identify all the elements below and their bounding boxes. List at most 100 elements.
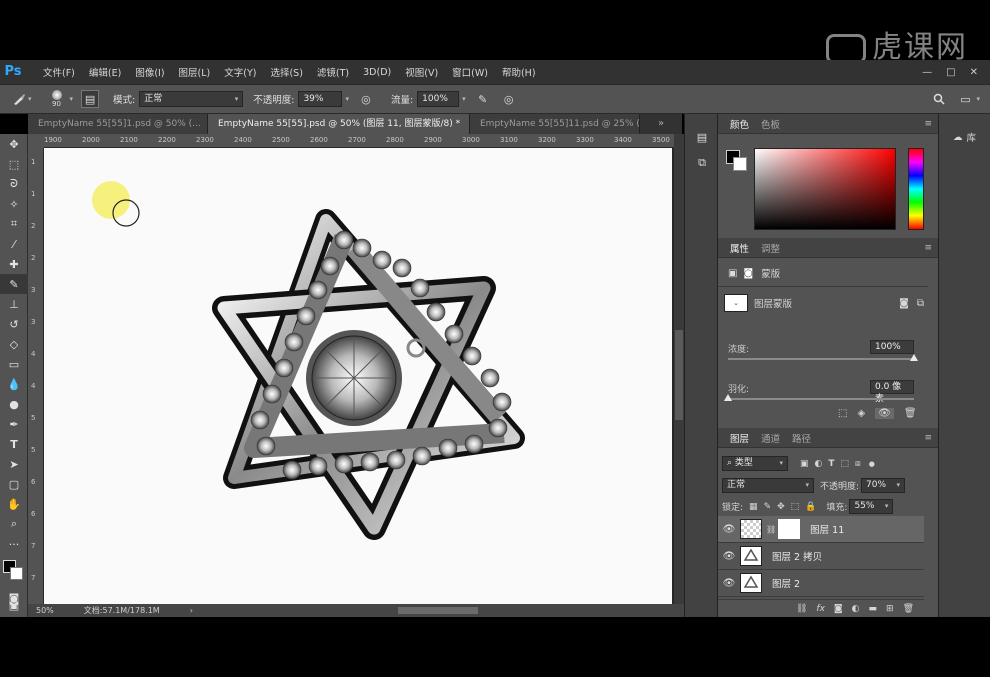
background-color-swatch[interactable] <box>10 567 23 580</box>
mask-icon[interactable]: ◙ <box>834 604 843 614</box>
layer-row-11[interactable]: 👁 ⛓ 图层 11 <box>718 516 924 543</box>
hue-slider[interactable] <box>908 148 924 230</box>
maximize-button[interactable]: □ <box>946 67 955 78</box>
fx-icon[interactable]: fx <box>816 604 825 614</box>
tab-paths[interactable]: 路径 <box>786 431 817 445</box>
layer-mask-thumbnail[interactable] <box>778 519 801 539</box>
lock-all-icon[interactable]: 🔒 <box>805 502 816 512</box>
selection-from-mask-icon[interactable]: ⬚ <box>838 408 847 419</box>
tab-document-3[interactable]: EmptyName 55[55]11.psd @ 25% (... <box>470 114 640 134</box>
horizontal-scroll-thumb[interactable] <box>398 607 478 614</box>
menu-select[interactable]: 选择(S) <box>263 65 309 79</box>
magic-wand-tool-icon[interactable]: ✧ <box>0 194 28 214</box>
chevron-down-icon[interactable]: ▾ <box>462 95 466 103</box>
opacity-field[interactable]: 39% <box>298 91 343 107</box>
panel-menu-icon[interactable]: ≡ <box>924 433 932 443</box>
fill-field[interactable]: 55% ▾ <box>849 499 894 514</box>
menu-type[interactable]: 文字(Y) <box>217 65 263 79</box>
visibility-eye-icon[interactable]: 👁 <box>718 551 740 562</box>
menu-image[interactable]: 图像(I) <box>128 65 171 79</box>
crop-tool-icon[interactable]: ⌗ <box>0 214 28 234</box>
layer-filter-select[interactable]: ⌕ 类型 ▾ <box>722 456 788 471</box>
filter-adjustment-icon[interactable]: ◐ <box>815 459 823 469</box>
dodge-tool-icon[interactable]: ● <box>0 394 28 414</box>
visibility-eye-icon[interactable]: 👁 <box>718 524 740 535</box>
feather-slider-knob[interactable] <box>724 394 732 401</box>
tab-document-1[interactable]: EmptyName 55[55]1.psd @ 50% (... <box>28 114 208 134</box>
move-tool-icon[interactable]: ✥ <box>0 134 28 154</box>
menu-file[interactable]: 文件(F) <box>36 65 82 79</box>
history-panel-icon[interactable]: ▤ <box>685 124 719 150</box>
brush-tool-icon[interactable]: ✎ <box>0 274 28 294</box>
marquee-tool-icon[interactable]: ⬚ <box>0 154 28 174</box>
link-icon[interactable]: ⛓ <box>796 604 807 614</box>
layer-opacity-field[interactable]: 70% ▾ <box>861 478 906 493</box>
vertical-scroll-thumb[interactable] <box>675 330 683 420</box>
flow-field[interactable]: 100% <box>417 91 460 107</box>
more-tools-icon[interactable]: ··· <box>0 534 28 554</box>
visibility-eye-icon[interactable]: 👁 <box>718 578 740 589</box>
apply-mask-footer-icon[interactable]: ◈ <box>857 408 865 419</box>
brush-panel-toggle-icon[interactable]: ▤ <box>81 90 100 108</box>
tab-properties[interactable]: 属性 <box>724 241 755 255</box>
menu-edit[interactable]: 编辑(E) <box>82 65 128 79</box>
search-icon[interactable] <box>930 90 948 108</box>
adjustment-icon[interactable]: ◐ <box>852 604 860 614</box>
chevron-down-icon[interactable]: ▾ <box>70 95 74 103</box>
status-menu-arrow[interactable]: › <box>190 606 193 615</box>
feather-slider[interactable] <box>728 398 914 400</box>
gradient-tool-icon[interactable]: ▭ <box>0 354 28 374</box>
tab-swatches[interactable]: 色板 <box>755 117 786 131</box>
lock-position-icon[interactable]: ✥ <box>777 502 785 512</box>
zoom-tool-icon[interactable]: ⌕ <box>0 514 28 534</box>
healing-brush-tool-icon[interactable]: ✚ <box>0 254 28 274</box>
lock-transparency-icon[interactable]: ▦ <box>749 502 758 512</box>
mask-link-icon[interactable]: ⛓ <box>766 525 776 534</box>
menu-filter[interactable]: 滤镜(T) <box>310 65 356 79</box>
layer-row-2-copy[interactable]: 👁 图层 2 拷贝 <box>718 543 924 570</box>
trash-icon[interactable]: 🗑 <box>904 408 917 419</box>
chevron-down-icon[interactable]: ▾ <box>976 95 980 103</box>
menu-help[interactable]: 帮助(H) <box>495 65 543 79</box>
document-canvas[interactable] <box>44 148 672 604</box>
density-field[interactable]: 100% <box>870 340 914 354</box>
library-button[interactable]: ☁ 库 <box>939 126 990 148</box>
color-picker-field[interactable] <box>754 148 896 230</box>
vector-mask-icon[interactable]: ◙ <box>743 268 753 279</box>
panel-menu-icon[interactable]: ≡ <box>924 243 932 253</box>
screen-mode-icon[interactable]: ▣ <box>0 595 28 615</box>
blend-mode-select[interactable]: 正常 ▾ <box>722 478 814 493</box>
filter-shape-icon[interactable]: ⬚ <box>841 459 850 469</box>
pixel-mask-icon[interactable]: ▣ <box>728 268 737 279</box>
filter-smart-object-icon[interactable]: ⧈ <box>855 459 861 469</box>
menu-view[interactable]: 视图(V) <box>398 65 445 79</box>
filter-pixel-icon[interactable]: ▣ <box>800 459 809 469</box>
clone-stamp-tool-icon[interactable]: ⊥ <box>0 294 28 314</box>
eyedropper-tool-icon[interactable]: ⁄ <box>0 234 28 254</box>
tab-adjustments[interactable]: 调整 <box>755 241 786 255</box>
history-brush-tool-icon[interactable]: ↺ <box>0 314 28 334</box>
folder-icon[interactable]: ▬ <box>869 604 878 614</box>
mode-select[interactable]: 正常 ▾ <box>139 91 244 107</box>
blur-tool-icon[interactable]: 💧 <box>0 374 28 394</box>
shape-tool-icon[interactable]: ▢ <box>0 474 28 494</box>
trash-icon[interactable]: 🗑 <box>903 604 914 614</box>
load-selection-icon[interactable]: ◙ <box>899 298 909 309</box>
lock-pixels-icon[interactable]: ✎ <box>764 502 772 512</box>
minimize-button[interactable]: — <box>922 67 932 78</box>
menu-3d[interactable]: 3D(D) <box>356 67 398 78</box>
menu-window[interactable]: 窗口(W) <box>445 65 495 79</box>
type-tool-icon[interactable]: T <box>0 434 28 454</box>
background-color-swatch[interactable] <box>733 157 747 171</box>
lock-artboard-icon[interactable]: ⬚ <box>791 502 800 512</box>
tab-color[interactable]: 颜色 <box>724 117 755 131</box>
eraser-tool-icon[interactable]: ◇ <box>0 334 28 354</box>
panel-menu-icon[interactable]: ≡ <box>924 119 932 129</box>
layer-row-2[interactable]: 👁 图层 2 <box>718 570 924 597</box>
pressure-opacity-icon[interactable]: ◎ <box>357 90 375 108</box>
path-selection-tool-icon[interactable]: ➤ <box>0 454 28 474</box>
menu-layer[interactable]: 图层(L) <box>172 65 218 79</box>
tab-document-active[interactable]: EmptyName 55[55].psd @ 50% (图层 11, 图层蒙版/… <box>208 114 470 134</box>
actions-panel-icon[interactable]: ⧉ <box>685 150 719 176</box>
visibility-icon[interactable]: 👁 <box>875 408 894 419</box>
